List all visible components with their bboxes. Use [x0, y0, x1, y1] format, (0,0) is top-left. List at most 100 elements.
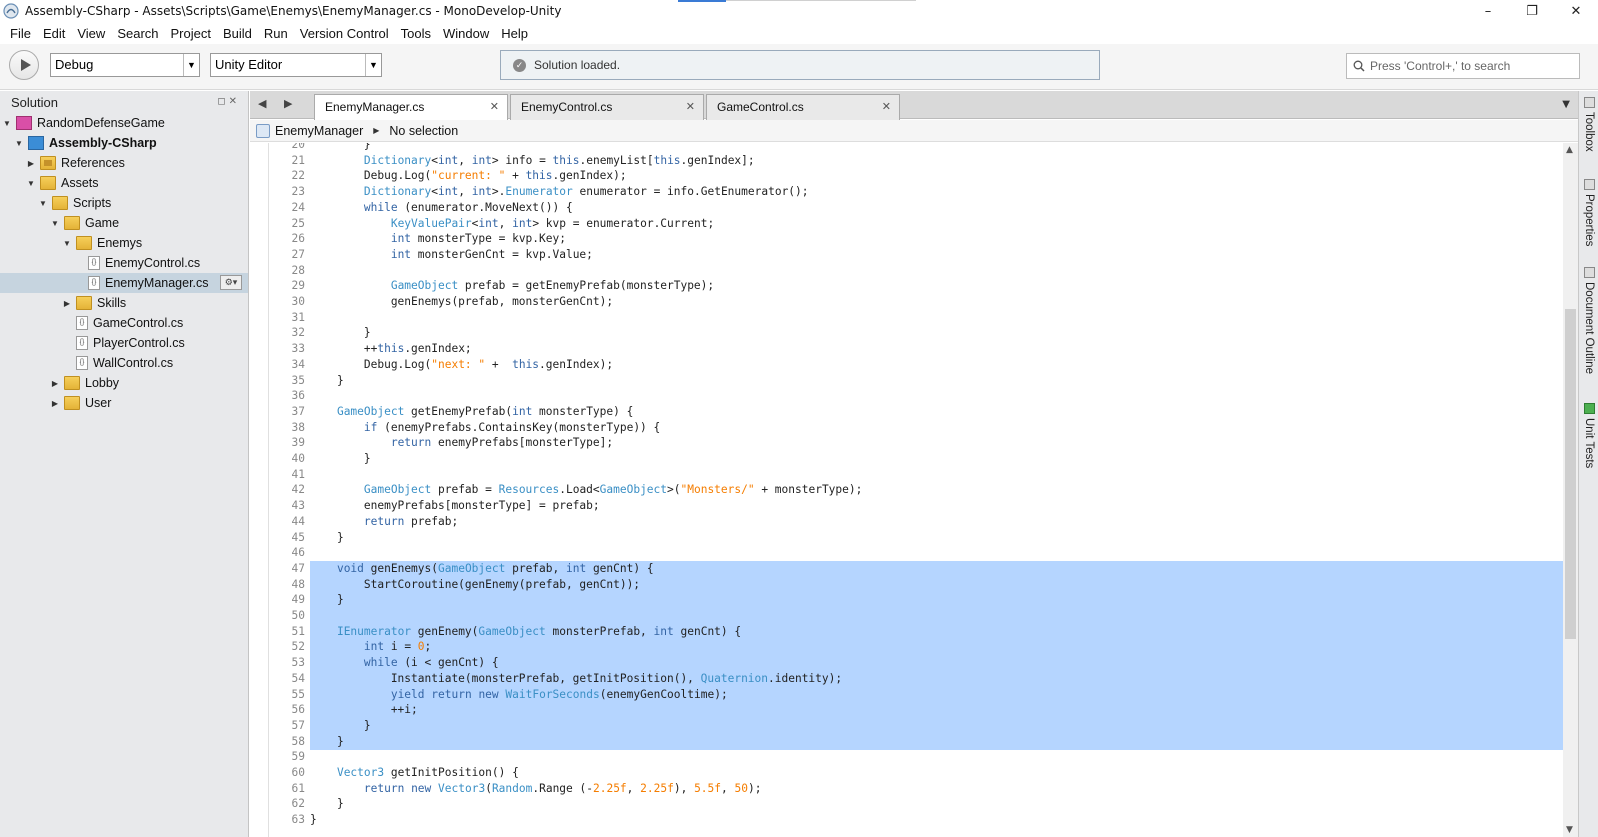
editor-scrollbar[interactable]: ▲ ▼: [1563, 143, 1578, 837]
tree-item[interactable]: ▶ Skills: [0, 293, 248, 313]
code-line[interactable]: 23 Dictionary<int, int>.Enumerator enume…: [250, 184, 1563, 200]
code-line[interactable]: 62 }: [250, 796, 1563, 812]
code-line[interactable]: 34 Debug.Log("next: " + this.genIndex);: [250, 357, 1563, 373]
tab-enemymanager[interactable]: EnemyManager.cs ✕: [314, 94, 508, 121]
menu-version-control[interactable]: Version Control: [294, 26, 395, 41]
expand-down-icon[interactable]: ▼: [14, 138, 24, 148]
code-line[interactable]: 61 return new Vector3(Random.Range (-2.2…: [250, 781, 1563, 797]
collapse-right-icon[interactable]: ▶: [50, 378, 60, 388]
code-line[interactable]: 26 int monsterType = kvp.Key;: [250, 231, 1563, 247]
code-line[interactable]: 49 }: [250, 592, 1563, 609]
menu-view[interactable]: View: [71, 26, 111, 41]
tab-list-dropdown-icon[interactable]: ▼: [1562, 99, 1570, 110]
code-line[interactable]: 21 Dictionary<int, int> info = this.enem…: [250, 153, 1563, 169]
tree-item[interactable]: {} GameControl.cs: [0, 313, 248, 333]
code-line[interactable]: 36: [250, 388, 1563, 404]
scrollbar-thumb[interactable]: [1565, 309, 1576, 639]
code-line[interactable]: 41: [250, 467, 1563, 483]
code-line[interactable]: 63}: [250, 812, 1563, 828]
close-tab-icon[interactable]: ✕: [882, 95, 891, 119]
close-window-button[interactable]: ✕: [1554, 0, 1598, 22]
expand-down-icon[interactable]: ▼: [2, 118, 12, 128]
code-line[interactable]: 38 if (enemyPrefabs.ContainsKey(monsterT…: [250, 420, 1563, 436]
code-line[interactable]: 22 Debug.Log("current: " + this.genIndex…: [250, 168, 1563, 184]
menu-run[interactable]: Run: [258, 26, 294, 41]
tab-enemycontrol[interactable]: EnemyControl.cs ✕: [510, 94, 704, 120]
code-line[interactable]: 53 while (i < genCnt) {: [250, 655, 1563, 672]
menu-build[interactable]: Build: [217, 26, 258, 41]
scroll-down-icon[interactable]: ▼: [1566, 825, 1573, 835]
code-line[interactable]: 55 yield return new WaitForSeconds(enemy…: [250, 686, 1563, 703]
dock-toolbox[interactable]: Toolbox: [1580, 97, 1598, 152]
nav-back-icon[interactable]: ◀: [258, 97, 266, 110]
expand-down-icon[interactable]: ▼: [62, 238, 72, 248]
code-line[interactable]: 42 GameObject prefab = Resources.Load<Ga…: [250, 482, 1563, 498]
target-select[interactable]: Unity Editor ▼: [210, 53, 382, 77]
menu-tools[interactable]: Tools: [395, 26, 437, 41]
code-line[interactable]: 39 return enemyPrefabs[monsterType];: [250, 435, 1563, 451]
tab-gamecontrol[interactable]: GameControl.cs ✕: [706, 94, 900, 120]
code-line[interactable]: 28: [250, 263, 1563, 279]
code-line[interactable]: 54 Instantiate(monsterPrefab, getInitPos…: [250, 670, 1563, 687]
code-line[interactable]: 46: [250, 545, 1563, 561]
tree-item[interactable]: {} EnemyControl.cs: [0, 253, 248, 273]
code-line[interactable]: 56 ++i;: [250, 702, 1563, 719]
code-line[interactable]: 25 KeyValuePair<int, int> kvp = enumerat…: [250, 216, 1563, 232]
tree-item[interactable]: {} EnemyManager.cs ⚙▾: [0, 273, 248, 293]
minimize-button[interactable]: –: [1466, 0, 1510, 22]
close-tab-icon[interactable]: ✕: [490, 95, 499, 119]
tree-item[interactable]: ▶ References: [0, 153, 248, 173]
code-line[interactable]: 43 enemyPrefabs[monsterType] = prefab;: [250, 498, 1563, 514]
collapse-right-icon[interactable]: ▶: [26, 158, 36, 168]
code-line[interactable]: 59: [250, 749, 1563, 765]
tree-item[interactable]: ▶ Lobby: [0, 373, 248, 393]
code-line[interactable]: 57 }: [250, 717, 1563, 734]
tree-item[interactable]: ▼ RandomDefenseGame: [0, 113, 248, 133]
code-line[interactable]: 52 int i = 0;: [250, 639, 1563, 656]
tree-item[interactable]: ▼ Assets: [0, 173, 248, 193]
code-line[interactable]: 40 }: [250, 451, 1563, 467]
restore-button[interactable]: ❐: [1510, 0, 1554, 22]
code-line[interactable]: 58 }: [250, 733, 1563, 750]
menu-project[interactable]: Project: [165, 26, 217, 41]
expand-down-icon[interactable]: ▼: [50, 218, 60, 228]
breadcrumb-class[interactable]: EnemyManager: [275, 124, 363, 138]
code-line[interactable]: 51 IEnumerator genEnemy(GameObject monst…: [250, 623, 1563, 640]
dock-unit-tests[interactable]: Unit Tests: [1580, 403, 1598, 468]
tree-item[interactable]: ▼ Assembly-CSharp: [0, 133, 248, 153]
code-line[interactable]: 47 void genEnemys(GameObject prefab, int…: [250, 560, 1563, 577]
code-line[interactable]: 37 GameObject getEnemyPrefab(int monster…: [250, 404, 1563, 420]
code-line[interactable]: 32 }: [250, 325, 1563, 341]
code-line[interactable]: 29 GameObject prefab = getEnemyPrefab(mo…: [250, 278, 1563, 294]
expand-down-icon[interactable]: ▼: [38, 198, 48, 208]
collapse-right-icon[interactable]: ▶: [50, 398, 60, 408]
global-search-input[interactable]: Press 'Control+,' to search: [1346, 53, 1580, 79]
scroll-up-icon[interactable]: ▲: [1566, 145, 1573, 155]
menu-window[interactable]: Window: [437, 26, 495, 41]
menu-file[interactable]: File: [4, 26, 37, 41]
code-line[interactable]: 20 }: [250, 143, 1563, 153]
close-tab-icon[interactable]: ✕: [686, 95, 695, 119]
tree-item[interactable]: ▼ Scripts: [0, 193, 248, 213]
dock-document-outline[interactable]: Document Outline: [1580, 267, 1598, 374]
gear-icon[interactable]: ⚙▾: [220, 275, 242, 290]
code-line[interactable]: 44 return prefab;: [250, 514, 1563, 530]
nav-forward-icon[interactable]: ▶: [284, 97, 292, 110]
code-line[interactable]: 30 genEnemys(prefab, monsterGenCnt);: [250, 294, 1563, 310]
menu-edit[interactable]: Edit: [37, 26, 71, 41]
expand-down-icon[interactable]: ▼: [26, 178, 36, 188]
tree-item[interactable]: ▼ Game: [0, 213, 248, 233]
tree-item[interactable]: {} WallControl.cs: [0, 353, 248, 373]
code-line[interactable]: 27 int monsterGenCnt = kvp.Value;: [250, 247, 1563, 263]
code-line[interactable]: 31: [250, 310, 1563, 326]
code-line[interactable]: 60 Vector3 getInitPosition() {: [250, 765, 1563, 781]
tree-item[interactable]: ▼ Enemys: [0, 233, 248, 253]
configuration-select[interactable]: Debug ▼: [50, 53, 200, 77]
menu-help[interactable]: Help: [495, 26, 534, 41]
code-line[interactable]: 50: [250, 608, 1563, 624]
code-line[interactable]: 24 while (enumerator.MoveNext()) {: [250, 200, 1563, 216]
dock-properties[interactable]: Properties: [1580, 179, 1598, 246]
tree-item[interactable]: ▶ User: [0, 393, 248, 413]
breadcrumb-member[interactable]: No selection: [389, 124, 458, 138]
panel-controls[interactable]: ◻✕: [217, 96, 240, 107]
